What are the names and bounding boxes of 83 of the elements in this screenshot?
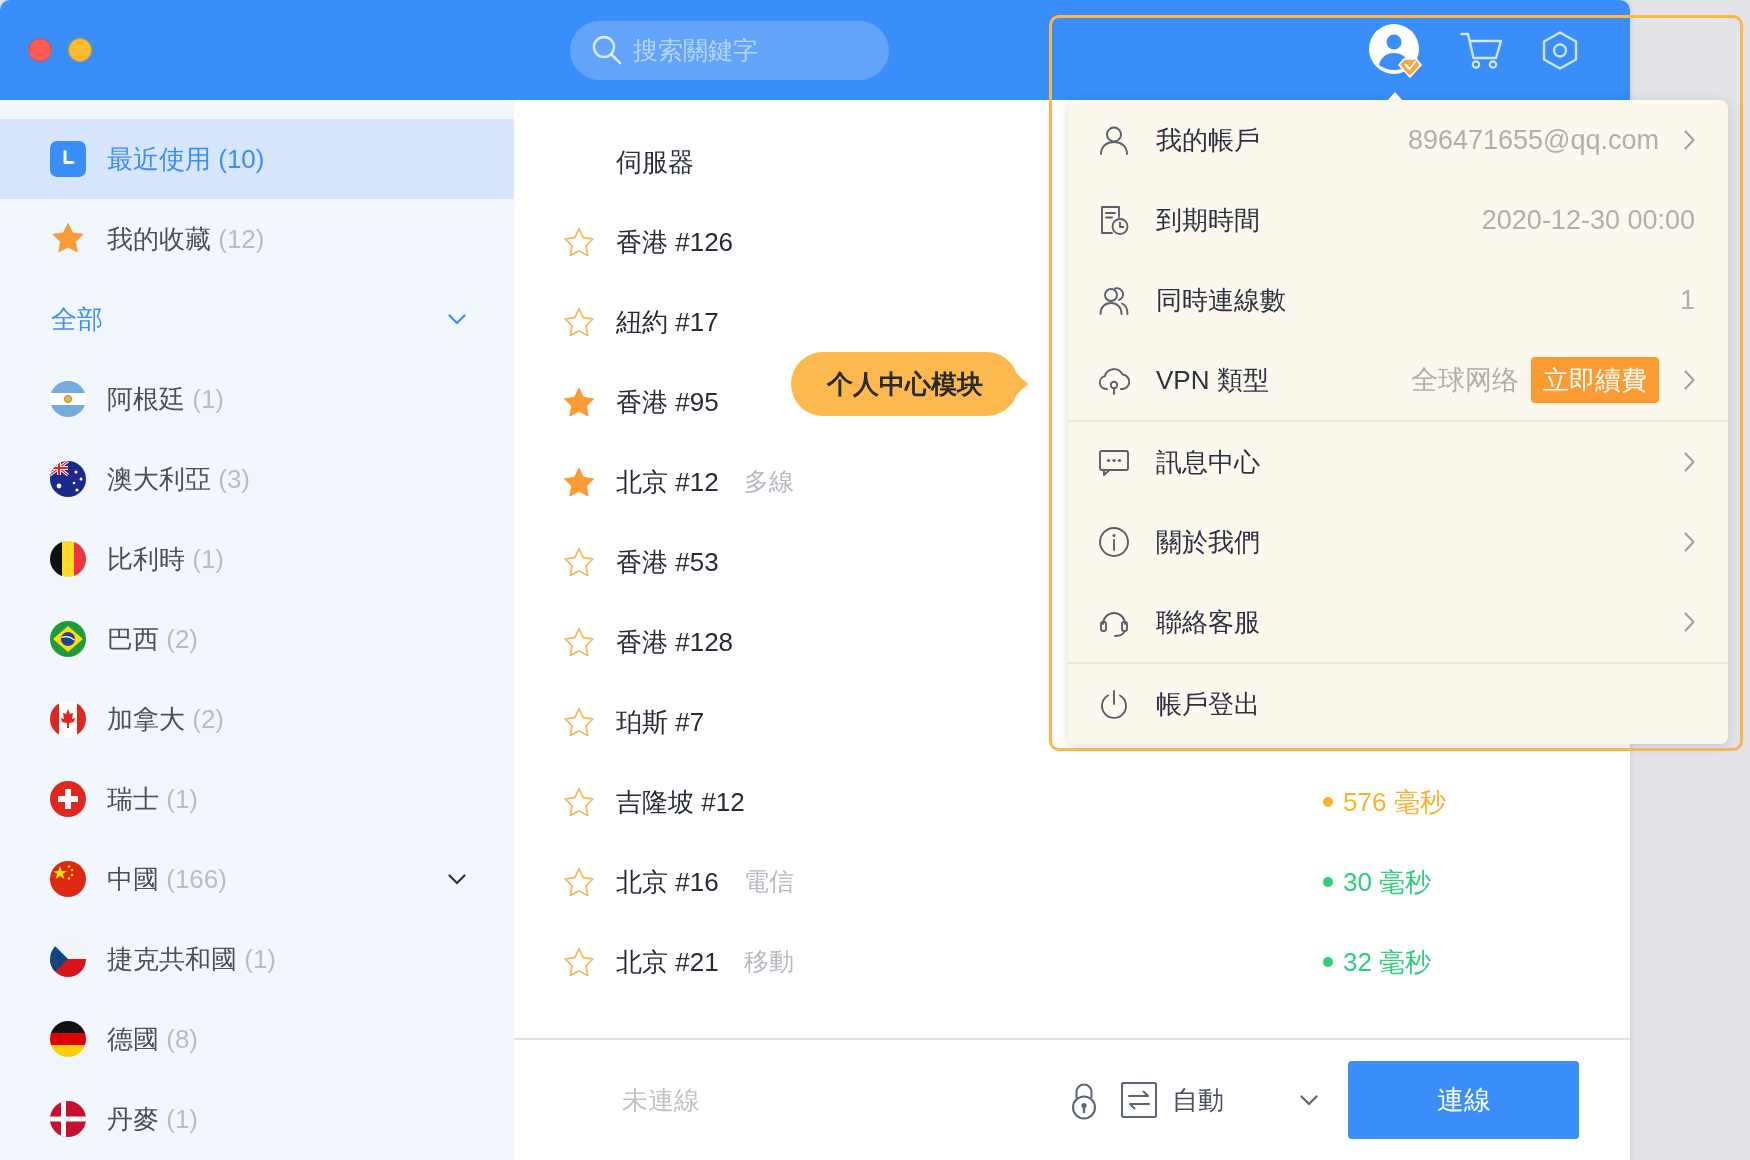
sidebar-item[interactable]: 比利時 (1) <box>0 519 514 599</box>
flag-icon <box>50 461 86 497</box>
callout-label: 个人中心模块 <box>791 352 1028 416</box>
star-icon[interactable] <box>563 626 595 658</box>
chevron-icon[interactable] <box>1684 130 1695 150</box>
star-icon[interactable] <box>563 706 595 738</box>
close-icon[interactable] <box>28 38 52 62</box>
avatar-icon[interactable] <box>1368 22 1422 78</box>
mode-dropdown[interactable]: 自動 <box>1172 1080 1318 1120</box>
sidebar-item[interactable]: 巴西 (2) <box>0 599 514 679</box>
sidebar-item[interactable]: 中國 (166) <box>0 839 514 919</box>
server-name: 香港 #53 <box>616 545 719 579</box>
star-icon[interactable] <box>563 466 595 498</box>
info-icon <box>1098 526 1130 558</box>
server-tag: 移動 <box>743 943 794 981</box>
chevron-icon[interactable] <box>1684 452 1695 472</box>
people-icon <box>1098 284 1130 316</box>
server-name: 吉隆坡 #12 <box>616 785 745 819</box>
menu-value: 全球网络 <box>1411 363 1519 397</box>
chevron-icon[interactable] <box>1684 532 1695 552</box>
server-name: 紐約 #17 <box>616 305 719 339</box>
sidebar-item[interactable]: 瑞士 (1) <box>0 759 514 839</box>
star-icon[interactable] <box>563 786 595 818</box>
menu-value: 2020-12-30 00:00 <box>1481 203 1695 237</box>
caret-icon[interactable] <box>1300 1094 1318 1106</box>
power-icon <box>1098 688 1130 720</box>
latency-text: 30 毫秒 <box>1343 865 1432 899</box>
swap-icon[interactable] <box>1121 1082 1157 1118</box>
server-name: 珀斯 #7 <box>616 705 705 739</box>
latency-text: 576 毫秒 <box>1343 785 1446 819</box>
flag-icon <box>50 701 86 737</box>
menu-label[interactable]: 到期時間 <box>1156 200 1260 240</box>
server-name: 香港 #128 <box>616 625 734 659</box>
menu-label[interactable]: 聯絡客服 <box>1156 602 1260 642</box>
chevron-icon[interactable] <box>1684 370 1695 390</box>
flag-icon <box>50 781 86 817</box>
server-name: 北京 #16 <box>616 865 719 899</box>
sidebar-item[interactable]: 德國 (8) <box>0 999 514 1079</box>
server-name: 香港 #95 <box>616 385 719 419</box>
star-icon[interactable] <box>563 546 595 578</box>
menu-label[interactable]: 同時連線數 <box>1156 280 1286 320</box>
server-name: 北京 #21 <box>616 945 719 979</box>
menu-label[interactable]: 我的帳戶 <box>1156 120 1260 160</box>
menu-label[interactable]: 帳戶登出 <box>1156 684 1260 724</box>
star-icon[interactable] <box>563 306 595 338</box>
flag-icon <box>50 541 86 577</box>
flag-icon <box>50 381 86 417</box>
flag-icon <box>50 621 86 657</box>
person-icon <box>1098 124 1130 156</box>
latency-text: 32 毫秒 <box>1343 945 1432 979</box>
chevron-icon[interactable] <box>1684 612 1695 632</box>
minimize-icon[interactable] <box>68 38 92 62</box>
star-icon[interactable] <box>563 226 595 258</box>
sidebar-item[interactable]: 加拿大 (2) <box>0 679 514 759</box>
flag-icon <box>50 1021 86 1057</box>
server-name: 香港 #126 <box>616 225 734 259</box>
flag-icon <box>50 941 86 977</box>
sidebar-item[interactable]: 丹麥 (1) <box>0 1079 514 1159</box>
sidebar-item[interactable]: 我的收藏 (12) <box>0 199 514 279</box>
column-heading: 伺服器 <box>616 145 694 179</box>
star-icon[interactable] <box>563 386 595 418</box>
menu-value: 1 <box>1679 283 1695 317</box>
sidebar-item[interactable]: 捷克共和國 (1) <box>0 919 514 999</box>
connection-status: 未連線 <box>622 1083 700 1117</box>
flag-icon <box>50 1101 86 1137</box>
settings-icon[interactable] <box>1541 30 1579 70</box>
search-icon <box>592 34 622 65</box>
star-icon[interactable] <box>563 866 595 898</box>
sidebar-item[interactable]: 阿根廷 (1) <box>0 359 514 439</box>
clock-icon <box>50 141 86 177</box>
cart-icon[interactable] <box>1460 31 1503 69</box>
server-tag: 多線 <box>743 463 794 501</box>
server-tag: 電信 <box>743 863 794 901</box>
menu-label[interactable]: VPN 類型 <box>1156 360 1269 400</box>
calendar-clock-icon <box>1098 204 1130 236</box>
star-icon[interactable] <box>563 946 595 978</box>
server-name: 北京 #12 <box>616 465 719 499</box>
caret-icon[interactable] <box>448 873 466 885</box>
menu-value: 896471655@qq.com <box>1407 123 1659 157</box>
menu-label[interactable]: 關於我們 <box>1156 522 1260 562</box>
flag-icon <box>50 861 86 897</box>
sidebar-item[interactable]: 澳大利亞 (3) <box>0 439 514 519</box>
menu-label[interactable]: 訊息中心 <box>1156 442 1260 482</box>
